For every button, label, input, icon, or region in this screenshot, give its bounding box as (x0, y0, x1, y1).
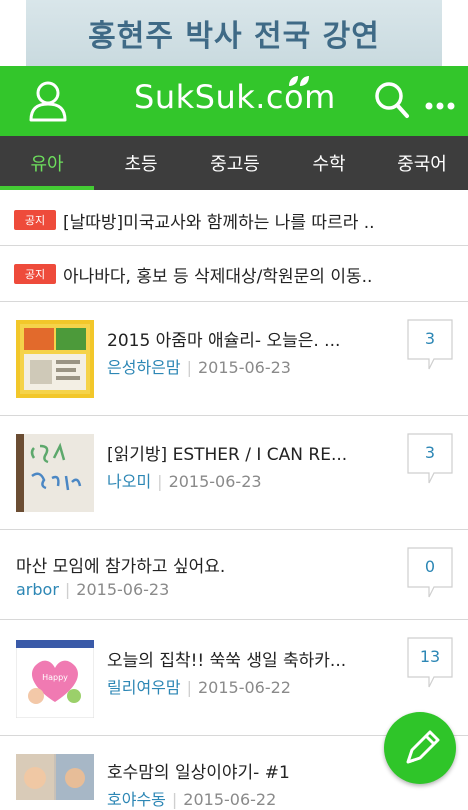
post-row[interactable]: [읽기방] ESTHER / I CAN RE... 나오미 | 2015-06-2… (0, 416, 468, 530)
post-author[interactable]: 은성하은맘 (107, 358, 181, 377)
notice-title: [날따방]미국교사와 함께하는 나를 따르라 .. (63, 213, 375, 233)
tab-elementary[interactable]: 초등 (94, 136, 188, 190)
post-thumbnail (16, 754, 94, 800)
tab-yua[interactable]: 유아 (0, 136, 94, 190)
comment-count-badge[interactable]: 3 (407, 319, 453, 371)
notice-badge: 공지 (14, 210, 56, 230)
post-date: 2015-06-22 (198, 678, 291, 697)
tab-label: 수학 (312, 154, 346, 175)
meta-separator: | (186, 358, 192, 377)
notice-row[interactable]: 공지 아나바다, 홍보 등 삭제대상/학원문의 이동.. (0, 246, 468, 302)
ad-banner-image[interactable]: 홍현주 박사 전국 강연 (26, 0, 442, 66)
more-icon[interactable] (424, 96, 456, 110)
post-date: 2015-06-23 (198, 358, 291, 377)
tab-label: 유아 (30, 154, 64, 175)
post-meta: 릴리여우맘 | 2015-06-22 (107, 674, 291, 698)
thumb-caption: Happy (42, 673, 68, 682)
meta-separator: | (64, 580, 71, 599)
post-date: 2015-06-23 (76, 580, 170, 599)
post-row[interactable]: 마산 모임에 참가하고 싶어요. arbor | 2015-06-23 0 (0, 530, 468, 620)
write-post-button[interactable] (384, 712, 456, 784)
post-title: 마산 모임에 참가하고 싶어요. (16, 557, 226, 577)
tab-label: 중국어 (397, 154, 447, 175)
comment-count-badge[interactable]: 0 (407, 547, 453, 599)
pencil-icon (406, 730, 440, 764)
comment-count: 13 (419, 647, 441, 666)
tab-label: 중고등 (210, 154, 260, 175)
post-author[interactable]: 나오미 (107, 472, 151, 491)
tab-middle-high[interactable]: 중고등 (188, 136, 282, 190)
post-thumbnail (16, 320, 94, 398)
category-tabs: 유아 초등 중고등 수학 중국어 (0, 136, 468, 190)
search-icon[interactable] (374, 81, 410, 119)
comment-count-badge[interactable]: 13 (407, 637, 453, 689)
comment-count-badge[interactable]: 3 (407, 433, 453, 485)
post-thumbnail: Happy (16, 640, 94, 718)
post-meta: arbor | 2015-06-23 (16, 580, 169, 599)
meta-separator: | (186, 678, 192, 697)
tab-label: 초등 (124, 154, 158, 175)
post-thumbnail (16, 434, 94, 512)
post-meta: 나오미 | 2015-06-23 (107, 468, 262, 492)
post-author[interactable]: arbor (16, 580, 59, 599)
post-title: 2015 아줌마 애슐리- 오늘은. ... (107, 331, 341, 351)
notice-badge: 공지 (14, 264, 56, 284)
tab-chinese[interactable]: 중국어 (376, 136, 468, 190)
post-author[interactable]: 릴리여우맘 (107, 678, 181, 697)
post-title: 호수맘의 일상이야기- #1 (107, 763, 290, 783)
tab-math[interactable]: 수학 (282, 136, 376, 190)
post-row[interactable]: 2015 아줌마 애슐리- 오늘은. ... 은성하은맘 | 2015-06-23 … (0, 302, 468, 416)
ad-banner[interactable]: 홍현주 박사 전국 강연 (0, 0, 468, 66)
post-meta: 호야수동 | 2015-06-22 (107, 786, 276, 810)
meta-separator: | (157, 472, 163, 491)
post-date: 2015-06-23 (168, 472, 262, 491)
comment-count: 0 (424, 557, 436, 576)
ad-banner-text: 홍현주 박사 전국 강연 (88, 19, 380, 54)
post-title: [읽기방] ESTHER / I CAN RE... (107, 445, 348, 465)
post-meta: 은성하은맘 | 2015-06-23 (107, 354, 291, 378)
notice-title: 아나바다, 홍보 등 삭제대상/학원문의 이동.. (63, 267, 373, 287)
post-title: 오늘의 집착!! 쑥쑥 생일 축하카... (107, 651, 347, 671)
logo-leaf-icon (289, 76, 309, 86)
notice-row[interactable]: 공지 [날따방]미국교사와 함께하는 나를 따르라 .. (0, 190, 468, 246)
comment-count: 3 (424, 329, 436, 348)
profile-icon[interactable] (28, 80, 68, 122)
comment-count: 3 (424, 443, 436, 462)
